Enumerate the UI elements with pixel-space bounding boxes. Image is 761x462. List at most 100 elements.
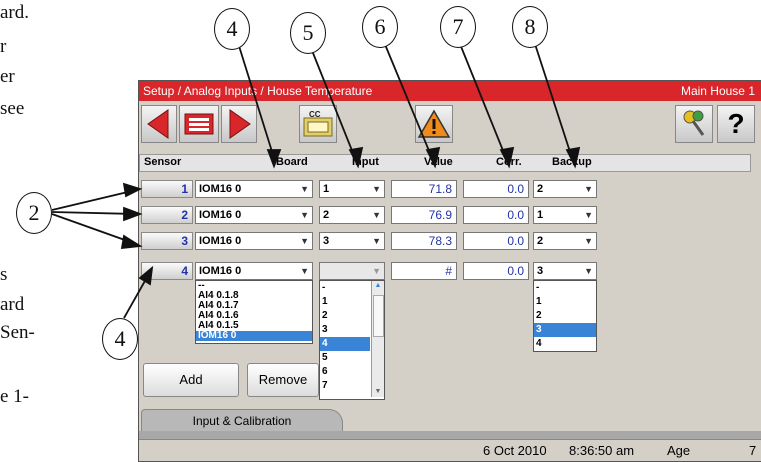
input-value: 2 — [323, 209, 330, 221]
list-icon — [184, 113, 214, 135]
chevron-down-icon: ▼ — [584, 266, 593, 276]
column-header-value: Value — [424, 156, 453, 168]
input-dropdown[interactable]: 3 ▼ — [319, 232, 385, 250]
list-option-selected[interactable]: 3 — [534, 323, 596, 337]
chevron-down-icon: ▼ — [300, 184, 309, 194]
list-option[interactable]: 7 — [320, 379, 370, 393]
backup-dropdown[interactable]: 2 ▼ — [533, 232, 597, 250]
callout-7: 7 — [440, 6, 476, 48]
backup-dropdown[interactable]: 3 ▼ — [533, 262, 597, 280]
list-option-selected[interactable]: 4 — [320, 337, 370, 351]
board-options-list[interactable]: -- AI4 0.1.8 AI4 0.1.7 AI4 0.1.6 AI4 0.1… — [195, 280, 313, 344]
doc-text-line: see — [0, 98, 25, 119]
warning-button[interactable] — [415, 105, 453, 143]
doc-text-line: e 1- — [0, 386, 30, 407]
list-option[interactable]: 2 — [534, 309, 596, 323]
sensor-number-button[interactable]: 2 — [141, 206, 193, 224]
chevron-down-icon: ▼ — [372, 266, 381, 276]
doc-text-line: er — [0, 66, 15, 87]
chevron-down-icon: ▼ — [372, 210, 381, 220]
copy-icon: CC — [303, 110, 333, 137]
list-option[interactable]: 5 — [320, 351, 370, 365]
column-header-board: Board — [276, 156, 308, 168]
prev-button[interactable] — [141, 105, 177, 143]
callout-8: 8 — [512, 6, 548, 48]
value-field: 71.8 — [391, 180, 457, 198]
remove-button[interactable]: Remove — [247, 363, 319, 397]
tab-strip — [139, 431, 761, 439]
backup-value: 2 — [537, 235, 544, 247]
table-row: 1 IOM16 0 ▼ 1 ▼ 71.8 0.0 2 ▼ — [139, 180, 749, 202]
table-row: 2 IOM16 0 ▼ 2 ▼ 76.9 0.0 1 ▼ — [139, 206, 749, 228]
value-field: 76.9 — [391, 206, 457, 224]
warning-icon — [417, 109, 451, 138]
backup-dropdown[interactable]: 1 ▼ — [533, 206, 597, 224]
corr-field[interactable]: 0.0 — [463, 232, 529, 250]
corr-field[interactable]: 0.0 — [463, 262, 529, 280]
scrollbar[interactable]: ▲ ▼ — [371, 281, 384, 397]
help-label: ? — [727, 108, 745, 139]
sensor-number-button[interactable]: 4 — [141, 262, 193, 280]
keys-button[interactable] — [675, 105, 713, 143]
keys-icon — [683, 110, 705, 136]
chevron-down-icon: ▼ — [584, 236, 593, 246]
doc-text-line: Sen- — [0, 322, 35, 343]
input-dropdown[interactable]: 2 ▼ — [319, 206, 385, 224]
scroll-up-icon[interactable]: ▲ — [372, 281, 384, 291]
board-value: IOM16 0 — [199, 183, 242, 195]
status-time: 8:36:50 am — [569, 443, 635, 458]
list-view-button[interactable] — [179, 105, 219, 143]
board-value: IOM16 0 — [199, 209, 242, 221]
sensor-number-button[interactable]: 3 — [141, 232, 193, 250]
help-button[interactable]: ? — [717, 105, 755, 143]
callout-6: 6 — [362, 6, 398, 48]
backup-dropdown[interactable]: 2 ▼ — [533, 180, 597, 198]
status-age-label: Age — [667, 443, 691, 458]
list-option[interactable]: - — [320, 281, 370, 295]
list-option[interactable]: 4 — [534, 337, 596, 351]
backup-value: 3 — [537, 265, 544, 277]
sensor-number-button[interactable]: 1 — [141, 180, 193, 198]
input-dropdown[interactable]: ▼ — [319, 262, 385, 280]
list-option[interactable]: 6 — [320, 365, 370, 379]
chevron-down-icon: ▼ — [584, 184, 593, 194]
list-option-selected[interactable]: IOM16 0 — [196, 331, 312, 341]
corr-field[interactable]: 0.0 — [463, 206, 529, 224]
value-field: 78.3 — [391, 232, 457, 250]
doc-text-line: ard. — [0, 2, 30, 23]
next-button[interactable] — [221, 105, 257, 143]
input-options-list[interactable]: - 1 2 3 4 5 6 7 ▲ ▼ — [319, 280, 385, 400]
scroll-thumb[interactable] — [373, 295, 384, 337]
add-button[interactable]: Add — [143, 363, 239, 397]
corr-field[interactable]: 0.0 — [463, 180, 529, 198]
list-option[interactable]: - — [534, 281, 596, 295]
tab-input-calibration[interactable]: Input & Calibration — [141, 409, 343, 432]
table-header: Sensor Board Input Value Corr. Backup — [139, 154, 751, 172]
callout-4-lower: 4 — [102, 318, 138, 360]
board-value: IOM16 0 — [199, 265, 242, 277]
list-option[interactable]: 1 — [320, 295, 370, 309]
board-dropdown[interactable]: IOM16 0 ▼ — [195, 232, 313, 250]
list-option[interactable]: 1 — [534, 295, 596, 309]
chevron-down-icon: ▼ — [372, 184, 381, 194]
board-dropdown[interactable]: IOM16 0 ▼ — [195, 206, 313, 224]
input-dropdown[interactable]: 1 ▼ — [319, 180, 385, 198]
backup-value: 1 — [537, 209, 544, 221]
app-window: Setup / Analog Inputs / House Temperatur… — [138, 80, 761, 462]
table-row: 3 IOM16 0 ▼ 3 ▼ 78.3 0.0 2 ▼ — [139, 232, 749, 254]
input-value: 1 — [323, 183, 330, 195]
copy-button[interactable]: CC — [299, 105, 337, 143]
scroll-down-icon[interactable]: ▼ — [372, 387, 384, 397]
callout-5: 5 — [290, 12, 326, 54]
breadcrumb: Setup / Analog Inputs / House Temperatur… — [143, 84, 373, 98]
list-option[interactable]: 3 — [320, 323, 370, 337]
callout-4: 4 — [214, 8, 250, 50]
chevron-down-icon: ▼ — [300, 236, 309, 246]
board-dropdown[interactable]: IOM16 0 ▼ — [195, 262, 313, 280]
value-field: # — [391, 262, 457, 280]
list-option[interactable]: 2 — [320, 309, 370, 323]
doc-text-line: s — [0, 264, 8, 285]
title-bar: Setup / Analog Inputs / House Temperatur… — [139, 81, 761, 101]
backup-options-list[interactable]: - 1 2 3 4 — [533, 280, 597, 352]
board-dropdown[interactable]: IOM16 0 ▼ — [195, 180, 313, 198]
